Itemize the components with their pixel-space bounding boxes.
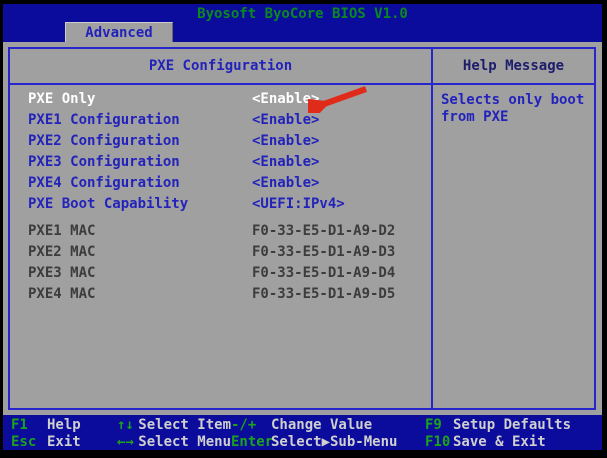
key-label: Esc — [11, 434, 47, 450]
panel-header: PXE Configuration Help Message — [10, 49, 594, 85]
help-message-pane: Selects only boot from PXE — [433, 85, 594, 408]
info-label: PXE3 MAC — [28, 263, 95, 284]
option-value[interactable]: <Enable> — [252, 131, 319, 152]
info-pxe4-mac: PXE4 MAC F0-33-E5-D1-A9-D5 — [10, 284, 431, 305]
tab-advanced-label: Advanced — [85, 25, 152, 41]
action-label: Help — [47, 417, 81, 433]
option-label: PXE2 Configuration — [28, 131, 180, 152]
info-value: F0-33-E5-D1-A9-D4 — [252, 263, 395, 284]
action-label: Save & Exit — [453, 434, 546, 450]
key-label: F10 — [425, 434, 453, 450]
hint-f1-help: F1 Help — [3, 417, 117, 433]
option-pxe1-configuration[interactable]: PXE1 Configuration <Enable> — [10, 110, 431, 131]
setup-panel: PXE Configuration Help Message PXE Only … — [8, 47, 596, 410]
info-value: F0-33-E5-D1-A9-D2 — [252, 221, 395, 242]
hint-updown-select-item: ↑↓ Select Item — [117, 417, 231, 433]
option-value[interactable]: <Enable> — [252, 152, 319, 173]
option-value[interactable]: <UEFI:IPv4> — [252, 194, 345, 215]
help-text: Selects only boot from PXE — [441, 92, 584, 125]
info-pxe2-mac: PXE2 MAC F0-33-E5-D1-A9-D3 — [10, 242, 431, 263]
action-label: Select▶Sub-Menu — [271, 434, 397, 450]
option-label: PXE Only — [28, 89, 95, 110]
option-pxe2-configuration[interactable]: PXE2 Configuration <Enable> — [10, 131, 431, 152]
action-label: Exit — [47, 434, 81, 450]
info-value: F0-33-E5-D1-A9-D5 — [252, 284, 395, 305]
option-value[interactable]: <Enable> — [252, 89, 319, 110]
info-pxe1-mac: PXE1 MAC F0-33-E5-D1-A9-D2 — [10, 221, 431, 242]
option-pxe-boot-capability[interactable]: PXE Boot Capability <UEFI:IPv4> — [10, 194, 431, 215]
info-pxe3-mac: PXE3 MAC F0-33-E5-D1-A9-D4 — [10, 263, 431, 284]
option-value[interactable]: <Enable> — [252, 110, 319, 131]
key-label: F1 — [11, 417, 47, 433]
options-list: PXE Only <Enable> PXE1 Configuration <En… — [10, 85, 433, 408]
hint-leftright-select-menu: ←→ Select Menu — [117, 434, 231, 450]
hint-minusplus-change-value: -/+ Change Value — [231, 417, 425, 433]
option-label: PXE1 Configuration — [28, 110, 180, 131]
hint-esc-exit: Esc Exit — [3, 434, 117, 450]
panel-body: PXE Only <Enable> PXE1 Configuration <En… — [10, 85, 594, 408]
option-pxe-only[interactable]: PXE Only <Enable> — [10, 89, 431, 110]
tab-advanced[interactable]: Advanced — [65, 22, 173, 42]
hint-f9-setup-defaults: F9 Setup Defaults — [425, 417, 602, 433]
hint-row: Esc Exit ←→ Select Menu Enter Select▶Sub… — [3, 434, 602, 450]
info-label: PXE4 MAC — [28, 284, 95, 305]
option-value[interactable]: <Enable> — [252, 173, 319, 194]
help-panel-title: Help Message — [433, 49, 594, 83]
main-area: PXE Configuration Help Message PXE Only … — [3, 42, 602, 415]
action-label: Select Item — [138, 417, 231, 433]
hint-f10-save-exit: F10 Save & Exit — [425, 434, 602, 450]
option-label: PXE3 Configuration — [28, 152, 180, 173]
info-label: PXE1 MAC — [28, 221, 95, 242]
option-pxe4-configuration[interactable]: PXE4 Configuration <Enable> — [10, 173, 431, 194]
option-label: PXE Boot Capability — [28, 194, 188, 215]
info-label: PXE2 MAC — [28, 242, 95, 263]
key-hint-bar: F1 Help ↑↓ Select Item -/+ Change Value … — [3, 415, 602, 450]
page-title: PXE Configuration — [10, 49, 433, 83]
action-label: Change Value — [271, 417, 372, 433]
screen-content: Byosoft ByoCore BIOS V1.0 Advanced PXE C… — [3, 4, 602, 450]
action-label: Setup Defaults — [453, 417, 571, 433]
hint-row: F1 Help ↑↓ Select Item -/+ Change Value … — [3, 417, 602, 433]
bios-title: Byosoft ByoCore BIOS V1.0 — [3, 4, 602, 22]
bios-screen: Byosoft ByoCore BIOS V1.0 Advanced PXE C… — [0, 0, 607, 458]
option-pxe3-configuration[interactable]: PXE3 Configuration <Enable> — [10, 152, 431, 173]
header-bar: Byosoft ByoCore BIOS V1.0 Advanced — [3, 4, 602, 42]
key-label: F9 — [425, 417, 453, 433]
key-label: -/+ — [231, 417, 271, 433]
hint-enter-select-submenu: Enter Select▶Sub-Menu — [231, 434, 425, 450]
leftright-arrows-icon: ←→ — [117, 434, 138, 450]
action-label: Select Menu — [138, 434, 231, 450]
key-label: Enter — [231, 434, 271, 450]
updown-arrows-icon: ↑↓ — [117, 417, 138, 433]
info-value: F0-33-E5-D1-A9-D3 — [252, 242, 395, 263]
option-label: PXE4 Configuration — [28, 173, 180, 194]
